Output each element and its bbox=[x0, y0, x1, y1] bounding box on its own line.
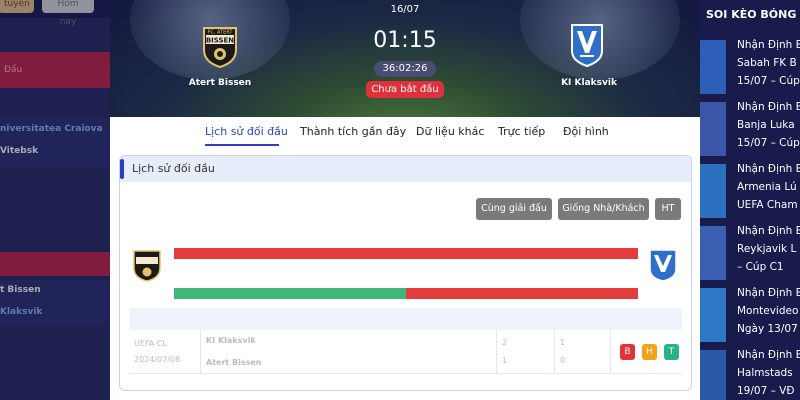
tab-other-data[interactable]: Dữ liệu khác bbox=[416, 125, 484, 138]
match-tabs: Lịch sử đối đầu Thành tích gần đây Dữ li… bbox=[110, 117, 700, 149]
column-divider bbox=[554, 330, 555, 374]
row-date: 2024/07/08 bbox=[134, 355, 181, 364]
news-headline-line: Montevideo bbox=[737, 305, 799, 317]
row-score2: 1 bbox=[502, 356, 508, 365]
news-headline-line: Nhận Định B bbox=[737, 287, 800, 299]
news-item[interactable]: Nhận Định B Banja Luka 15/07 – Cúp bbox=[700, 98, 800, 160]
news-headline[interactable]: Nhận Định B Banja Luka 15/07 – Cúp bbox=[737, 98, 800, 152]
home-team-crest[interactable]: FC. ATERT BISSEN bbox=[202, 24, 238, 68]
same-home-away-filter-button[interactable]: Giống Nhà/Khách bbox=[558, 198, 649, 220]
column-divider bbox=[610, 330, 611, 374]
status-badge: Chưa bắt đầu bbox=[366, 81, 444, 98]
h2h-goal-bar bbox=[174, 288, 638, 299]
right-sidebar: SOI KÈO BÓNG Nhận Định B Sabah FK B 15/07 … bbox=[700, 0, 800, 400]
row-score1: 2 bbox=[502, 338, 508, 347]
active-tab-indicator bbox=[205, 144, 279, 146]
table-row[interactable]: UEFA CL 2024/07/08 KI Klaksvik Atert Bis… bbox=[130, 330, 682, 374]
news-headline-line: Armenia Lú bbox=[737, 181, 797, 193]
news-item[interactable]: Nhận Định B Reykjavik L – Cúp C1 bbox=[700, 222, 800, 284]
news-headline-line: – Cúp C1 bbox=[737, 261, 784, 273]
news-headline-line: Sabah FK B bbox=[737, 57, 797, 69]
tab-recent-form[interactable]: Thành tích gần đây bbox=[300, 125, 406, 138]
form-badge-draw: H bbox=[642, 344, 657, 360]
news-headline-line: Nhận Định B bbox=[737, 39, 800, 51]
sidebar-overlay bbox=[0, 0, 110, 400]
news-headline-line: Halmstads bbox=[737, 367, 793, 379]
news-headline-line: Nhận Định B bbox=[737, 349, 800, 361]
crest-text: BISSEN bbox=[206, 37, 234, 45]
row-ht1: 1 bbox=[560, 338, 566, 347]
news-headline[interactable]: Nhận Định B Montevideo Ngày 13/07 bbox=[737, 284, 800, 338]
countdown-badge: 36:02:26 bbox=[374, 61, 436, 77]
row-team1: KI Klaksvik bbox=[206, 336, 256, 345]
tab-lineup[interactable]: Đội hình bbox=[563, 125, 609, 138]
news-thumbnail[interactable] bbox=[700, 226, 726, 280]
match-header: 16/07 01:15 36:02:26 Chưa bắt đầu FC. AT… bbox=[110, 0, 700, 117]
news-item[interactable]: Nhận Định B Sabah FK B 15/07 – Cúp bbox=[700, 36, 800, 98]
row-league: UEFA CL bbox=[134, 339, 167, 348]
column-divider bbox=[496, 330, 497, 374]
news-headline-line: Nhận Định B bbox=[737, 101, 800, 113]
h2h-title: Lịch sử đối đầu bbox=[132, 162, 215, 175]
news-thumbnail[interactable] bbox=[700, 350, 726, 400]
home-team-name[interactable]: Atert Bissen bbox=[160, 78, 280, 88]
h2h-table: UEFA CL 2024/07/08 KI Klaksvik Atert Bis… bbox=[130, 308, 682, 374]
row-ht2: 0 bbox=[560, 356, 566, 365]
crest-text: FC. ATERT bbox=[208, 30, 234, 36]
form-badge-win: T bbox=[664, 344, 679, 360]
news-headline[interactable]: Nhận Định B Halmstads 19/07 – VĐ bbox=[737, 346, 800, 400]
column-divider bbox=[200, 330, 201, 374]
match-content: Lịch sử đối đầu Thành tích gần đây Dữ li… bbox=[110, 117, 700, 400]
kickoff-time: 01:15 bbox=[373, 28, 437, 53]
half-time-filter-button[interactable]: HT bbox=[655, 198, 681, 220]
form-badge-loss: B bbox=[620, 344, 635, 360]
news-headline-line: Nhận Định B bbox=[737, 225, 800, 237]
news-thumbnail[interactable] bbox=[700, 288, 726, 342]
news-headline[interactable]: Nhận Định B Armenia Lú UEFA Cham bbox=[737, 160, 800, 214]
match-date: 16/07 bbox=[390, 4, 420, 15]
h2h-table-header bbox=[130, 308, 682, 330]
news-item[interactable]: Nhận Định B Montevideo Ngày 13/07 bbox=[700, 284, 800, 346]
header-accent-bar bbox=[120, 159, 124, 179]
news-headline-line: Banja Luka bbox=[737, 119, 795, 131]
news-item[interactable]: Nhận Định B Armenia Lú UEFA Cham bbox=[700, 160, 800, 222]
same-league-filter-button[interactable]: Cùng giải đấu bbox=[476, 198, 552, 220]
news-headline-line: 15/07 – Cúp bbox=[737, 75, 800, 87]
news-thumbnail[interactable] bbox=[700, 164, 726, 218]
news-item[interactable]: Nhận Định B Halmstads 19/07 – VĐ bbox=[700, 346, 800, 400]
h2h-panel: Lịch sử đối đầu Cùng giải đấu Giống Nhà/… bbox=[119, 155, 692, 391]
news-headline-line: 19/07 – VĐ bbox=[737, 385, 795, 397]
home-team-crest-small bbox=[133, 250, 161, 282]
news-thumbnail[interactable] bbox=[700, 40, 726, 94]
h2h-result-bar bbox=[174, 248, 638, 259]
tab-h2h[interactable]: Lịch sử đối đầu bbox=[205, 125, 288, 138]
tab-live[interactable]: Trực tiếp bbox=[498, 125, 545, 138]
away-team-crest-small bbox=[649, 249, 677, 282]
news-headline-line: Reykjavik L bbox=[737, 243, 797, 255]
home-share-fill bbox=[174, 288, 406, 299]
row-team2: Atert Bissen bbox=[206, 358, 262, 367]
news-headline[interactable]: Nhận Định B Reykjavik L – Cúp C1 bbox=[737, 222, 800, 276]
h2h-panel-header: Lịch sử đối đầu bbox=[120, 156, 691, 182]
predictions-heading: SOI KÈO BÓNG bbox=[706, 8, 797, 21]
news-headline-line: Nhận Định B bbox=[737, 163, 800, 175]
news-headline-line: 15/07 – Cúp bbox=[737, 137, 800, 149]
news-thumbnail[interactable] bbox=[700, 102, 726, 156]
away-team-name[interactable]: KI Klaksvik bbox=[529, 78, 649, 88]
news-headline-line: UEFA Cham bbox=[737, 199, 798, 211]
away-team-crest[interactable] bbox=[570, 23, 604, 67]
news-headline-line: Ngày 13/07 bbox=[737, 323, 798, 335]
news-headline[interactable]: Nhận Định B Sabah FK B 15/07 – Cúp bbox=[737, 36, 800, 90]
left-sidebar: tuyến Hôm nay Đấu niversitatea Craiova V… bbox=[0, 0, 110, 400]
